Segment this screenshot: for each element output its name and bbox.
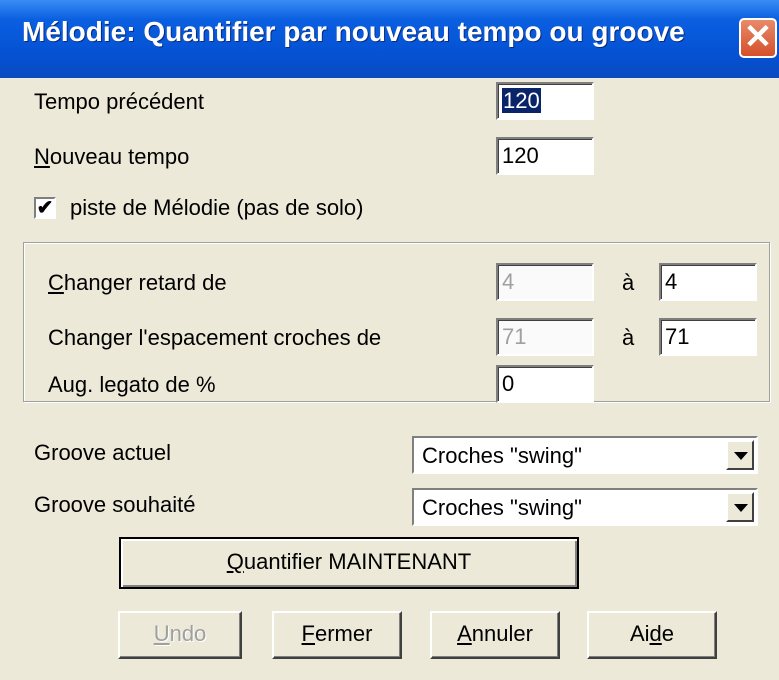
delay-from-field: 4 <box>496 263 594 301</box>
delay-accel: C <box>48 270 64 295</box>
quantize-accel: Q <box>226 549 244 574</box>
new-tempo-label-text: ouveau tempo <box>49 144 190 169</box>
melody-track-label[interactable]: piste de Mélodie (pas de solo) <box>70 195 364 221</box>
current-groove-value: Croches "swing" <box>422 443 582 468</box>
current-groove-select[interactable]: Croches "swing" <box>412 436 758 474</box>
spacing-label: Changer l'espacement croches de <box>48 325 382 350</box>
legato-label: Aug. legato de % <box>48 372 216 397</box>
spacing-to-word: à <box>622 325 635 350</box>
chevron-down-icon[interactable] <box>726 440 754 470</box>
delay-to-field[interactable]: 4 <box>659 263 757 301</box>
target-groove-select[interactable]: Croches "swing" <box>412 488 758 526</box>
close-icon[interactable]: ✕ <box>739 18 777 58</box>
close-accel: F <box>301 621 315 646</box>
spacing-from-field: 71 <box>496 318 594 356</box>
dialog-window: Mélodie: Quantifier par nouveau tempo ou… <box>0 0 779 680</box>
spacing-to-field[interactable]: 71 <box>659 318 757 356</box>
cancel-button[interactable]: Annuler <box>430 611 560 659</box>
current-groove-label: Groove actuel <box>34 440 171 465</box>
chevron-down-icon[interactable] <box>726 492 754 522</box>
target-groove-value: Croches "swing" <box>422 495 582 520</box>
target-groove-label: Groove souhaité <box>34 492 196 517</box>
new-tempo-field[interactable]: 120 <box>496 137 594 175</box>
previous-tempo-field[interactable]: 120 <box>496 82 594 120</box>
previous-tempo-value: 120 <box>502 88 541 113</box>
window-title: Mélodie: Quantifier par nouveau tempo ou… <box>22 16 685 47</box>
new-tempo-label: Nouveau tempo <box>34 144 189 170</box>
previous-tempo-label: Tempo précédent <box>34 89 204 114</box>
legato-field[interactable]: 0 <box>496 365 594 403</box>
close-label: ermer <box>315 621 373 646</box>
undo-accel: U <box>153 621 170 646</box>
help-label-pre: Ai <box>629 621 650 646</box>
quantize-label: uantifier MAINTENANT <box>243 549 472 574</box>
undo-button: Undo <box>118 611 242 659</box>
close-button[interactable]: Fermer <box>272 611 402 659</box>
help-accel: d <box>649 621 662 646</box>
melody-track-checkbox[interactable]: ✔ <box>34 197 56 219</box>
delay-label-text: hanger retard de <box>63 270 227 295</box>
help-button[interactable]: Aide <box>587 611 717 659</box>
title-bar[interactable]: Mélodie: Quantifier par nouveau tempo ou… <box>0 0 779 78</box>
help-label-post: e <box>661 621 675 646</box>
new-tempo-accel: N <box>34 144 50 169</box>
delay-label: Changer retard de <box>48 270 227 296</box>
cancel-accel: A <box>457 621 472 646</box>
cancel-label: nnuler <box>471 621 533 646</box>
undo-label: ndo <box>169 621 207 646</box>
delay-to-word: à <box>622 270 635 295</box>
quantize-now-button[interactable]: Quantifier MAINTENANT <box>119 537 579 589</box>
